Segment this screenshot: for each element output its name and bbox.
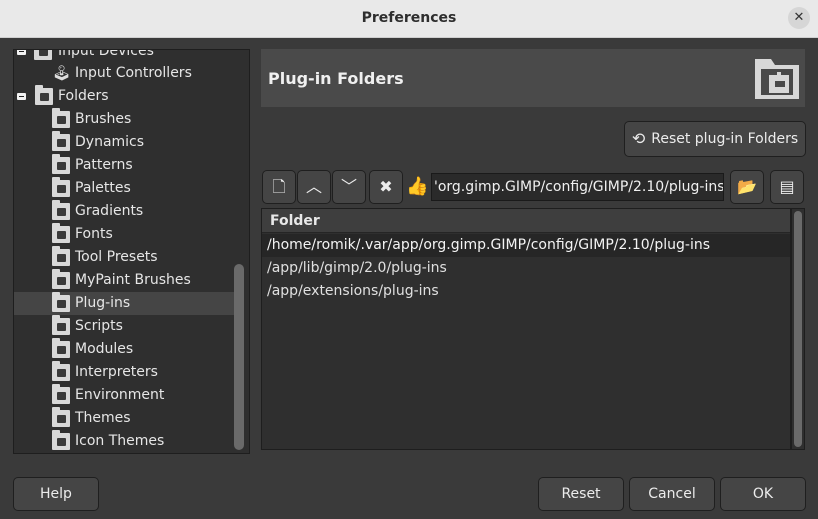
tree-item-label: Input Controllers	[75, 65, 192, 81]
tree-item-label: Folders	[58, 88, 109, 104]
patterns-folder-icon	[52, 154, 70, 174]
tree-item-input-controllers[interactable]: 🕹 Input Controllers	[14, 62, 234, 85]
new-document-icon: 🗋	[272, 177, 286, 196]
folder-path-input[interactable]: 'org.gimp.GIMP/config/GIMP/2.10/plug-ins	[431, 173, 724, 201]
new-folder-button[interactable]: 🗋	[262, 170, 296, 204]
interpreters-folder-icon	[52, 361, 70, 381]
reset-icon: ⟲	[631, 129, 646, 148]
dynamics-folder-icon	[52, 131, 70, 151]
tree-item-label: Dynamics	[75, 134, 145, 150]
folder-icon	[35, 85, 53, 105]
themes-folder-icon	[52, 407, 70, 427]
gradients-folder-icon	[52, 200, 70, 220]
tree-item-tool-presets[interactable]: Tool Presets	[14, 246, 234, 269]
move-down-button[interactable]: ﹀	[332, 170, 366, 204]
plugins-folder-large-icon	[755, 59, 799, 99]
list-item[interactable]: /app/extensions/plug-ins	[262, 280, 790, 303]
tree-item-dynamics[interactable]: Dynamics	[14, 131, 234, 154]
tree-item-mypaint-brushes[interactable]: MyPaint Brushes	[14, 269, 234, 292]
palettes-folder-icon	[52, 177, 70, 197]
folder-list[interactable]: Folder /home/romik/.var/app/org.gimp.GIM…	[261, 208, 791, 450]
tree-item-label: Gradients	[75, 203, 144, 219]
tree-item-label: Palettes	[75, 180, 131, 196]
tree-item-label: Environment	[75, 387, 165, 403]
edit-list-icon: ▤	[779, 177, 795, 196]
cancel-button[interactable]: Cancel	[629, 477, 715, 511]
ok-button[interactable]: OK	[720, 477, 806, 511]
list-item[interactable]: /home/romik/.var/app/org.gimp.GIMP/confi…	[262, 234, 790, 257]
tree-item-label: Brushes	[75, 111, 132, 127]
tree-item-label: Interpreters	[75, 364, 158, 380]
close-icon: ✕	[793, 10, 805, 25]
tree-item-themes[interactable]: Themes	[14, 407, 234, 430]
brushes-folder-icon	[52, 108, 70, 128]
tree-item-label: Input Devices	[58, 49, 154, 59]
tree-scrollbar-thumb[interactable]	[234, 264, 244, 450]
close-button[interactable]: ✕	[788, 7, 810, 29]
delete-folder-button[interactable]: ✖	[369, 170, 403, 204]
tree-item-plug-ins[interactable]: Plug-ins	[14, 292, 234, 315]
tree-item-label: Tool Presets	[75, 249, 158, 265]
tree-item-gradients[interactable]: Gradients	[14, 200, 234, 223]
window-title: Preferences	[361, 10, 457, 26]
collapse-expander-icon[interactable]	[17, 50, 26, 55]
tree-item-environment[interactable]: Environment	[14, 384, 234, 407]
scripts-folder-icon	[52, 315, 70, 335]
tool-presets-folder-icon	[52, 246, 70, 266]
tree-item-label: Scripts	[75, 318, 123, 334]
modules-folder-icon	[52, 338, 70, 358]
folder-list-scrollbar[interactable]	[791, 208, 805, 450]
reset-button[interactable]: Reset	[538, 477, 624, 511]
open-folder-icon: 📂	[737, 177, 757, 196]
tree-item-icon-themes[interactable]: Icon Themes	[14, 430, 234, 453]
tree-item-label: Patterns	[75, 157, 133, 173]
fonts-folder-icon	[52, 223, 70, 243]
tree-item-label: Plug-ins	[75, 295, 131, 311]
tree-item-label: Fonts	[75, 226, 113, 242]
folder-path-value: 'org.gimp.GIMP/config/GIMP/2.10/plug-ins	[434, 179, 724, 195]
tree-item-patterns[interactable]: Patterns	[14, 154, 234, 177]
folder-list-scrollbar-thumb[interactable]	[794, 211, 802, 447]
edit-path-button[interactable]: ▤	[770, 170, 804, 204]
page-title: Plug-in Folders	[268, 69, 404, 88]
move-up-button[interactable]: ︿	[297, 170, 331, 204]
folder-column-header[interactable]: Folder	[262, 209, 790, 233]
chevron-down-icon: ﹀	[340, 177, 357, 196]
page-header: Plug-in Folders	[261, 49, 805, 107]
reset-plugin-folders-button[interactable]: ⟲ Reset plug-in Folders	[624, 121, 806, 157]
tree-item-fonts[interactable]: Fonts	[14, 223, 234, 246]
preferences-category-tree[interactable]: Input Devices 🕹 Input Controllers Folder…	[13, 49, 250, 454]
collapse-expander-icon[interactable]	[17, 93, 26, 100]
tree-item-scripts[interactable]: Scripts	[14, 315, 234, 338]
help-button[interactable]: Help	[13, 477, 99, 511]
input-controllers-icon: 🕹	[52, 64, 72, 82]
environment-folder-icon	[52, 384, 70, 404]
plugins-folder-icon	[52, 292, 70, 312]
tree-item-label: Themes	[75, 410, 131, 426]
icon-themes-folder-icon	[52, 430, 70, 450]
tree-item-input-devices[interactable]: Input Devices	[14, 49, 234, 63]
tree-item-label: Icon Themes	[75, 433, 165, 449]
mypaint-brushes-folder-icon	[52, 269, 70, 289]
title-bar: Preferences ✕	[0, 0, 818, 38]
tree-item-palettes[interactable]: Palettes	[14, 177, 234, 200]
tree-item-brushes[interactable]: Brushes	[14, 108, 234, 131]
thumbs-up-icon: 👍	[406, 176, 429, 197]
browse-folder-button[interactable]: 📂	[730, 170, 764, 204]
list-item[interactable]: /app/lib/gimp/2.0/plug-ins	[262, 257, 790, 280]
tree-item-folders[interactable]: Folders	[14, 85, 234, 108]
delete-icon: ✖	[379, 177, 393, 196]
chevron-up-icon: ︿	[305, 177, 322, 196]
input-devices-icon	[34, 50, 52, 60]
tree-item-modules[interactable]: Modules	[14, 338, 234, 361]
tree-item-label: Modules	[75, 341, 134, 357]
tree-item-interpreters[interactable]: Interpreters	[14, 361, 234, 384]
reset-plugin-folders-label: Reset plug-in Folders	[651, 131, 799, 147]
tree-item-label: MyPaint Brushes	[75, 272, 191, 288]
